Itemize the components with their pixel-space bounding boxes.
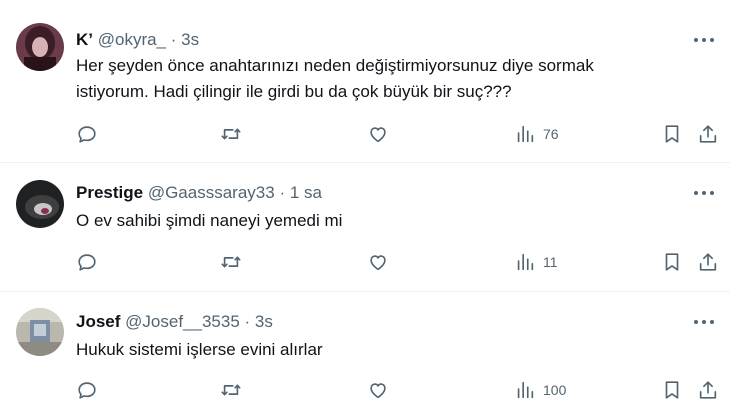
like-icon xyxy=(370,383,386,399)
avatar[interactable] xyxy=(16,308,64,356)
more-icon[interactable] xyxy=(694,317,716,327)
share-icon xyxy=(699,125,717,143)
share-icon xyxy=(699,253,717,271)
display-name[interactable]: K’ xyxy=(76,30,93,49)
tweet-header: Prestige @Gaasssaray33 · 1 sa xyxy=(76,183,322,203)
avatar[interactable] xyxy=(16,23,64,71)
bookmark-button[interactable] xyxy=(661,249,683,275)
display-name[interactable]: Josef xyxy=(76,312,120,331)
reply-button[interactable] xyxy=(76,377,98,403)
retweet-icon xyxy=(221,128,241,140)
reply-feed: K’ @okyra_ · 3s Her şeyden önce anahtarı… xyxy=(0,0,730,420)
tweet[interactable]: K’ @okyra_ · 3s Her şeyden önce anahtarı… xyxy=(0,0,730,163)
reply-button[interactable] xyxy=(76,249,98,275)
timestamp[interactable]: 3s xyxy=(181,30,199,49)
tweet-text-line: O ev sahibi şimdi naneyi yemedi mi xyxy=(76,211,343,230)
more-icon[interactable] xyxy=(694,35,716,45)
retweet-button[interactable] xyxy=(220,377,242,403)
share-button[interactable] xyxy=(697,249,719,275)
bookmark-button[interactable] xyxy=(661,121,683,147)
like-button[interactable] xyxy=(367,121,389,147)
views-button[interactable]: 100 xyxy=(514,377,566,403)
share-button[interactable] xyxy=(697,121,719,147)
like-icon xyxy=(370,127,386,143)
tweet-header: Josef @Josef__3535 · 3s xyxy=(76,312,273,332)
bookmark-icon xyxy=(665,253,679,271)
reply-icon xyxy=(78,254,96,271)
user-handle[interactable]: @Josef__3535 xyxy=(125,312,240,331)
bookmark-icon xyxy=(665,381,679,399)
reply-icon xyxy=(78,126,96,143)
views-icon xyxy=(517,253,534,271)
tweet-text-line: istiyorum. Hadi çilingir ile girdi bu da… xyxy=(76,82,512,101)
share-icon xyxy=(699,381,717,399)
retweet-icon xyxy=(221,384,241,396)
user-handle[interactable]: @Gaasssaray33 xyxy=(148,183,275,202)
timestamp[interactable]: 1 sa xyxy=(290,183,322,202)
retweet-button[interactable] xyxy=(220,249,242,275)
separator-dot: · xyxy=(244,312,251,331)
like-button[interactable] xyxy=(367,377,389,403)
like-button[interactable] xyxy=(367,249,389,275)
tweet-header: K’ @okyra_ · 3s xyxy=(76,30,199,50)
views-button[interactable]: 76 xyxy=(514,121,559,147)
separator-dot: · xyxy=(279,183,286,202)
tweet-text-line: Hukuk sistemi işlerse evini alırlar xyxy=(76,340,323,359)
views-button[interactable]: 11 xyxy=(514,249,558,275)
retweet-button[interactable] xyxy=(220,121,242,147)
tweet[interactable]: Josef @Josef__3535 · 3s Hukuk sistemi iş… xyxy=(0,292,730,420)
tweet-text: O ev sahibi şimdi naneyi yemedi mi xyxy=(76,208,700,234)
views-count: 100 xyxy=(543,382,567,398)
views-count: 76 xyxy=(543,126,559,142)
reply-button[interactable] xyxy=(76,121,98,147)
bookmark-button[interactable] xyxy=(661,377,683,403)
avatar[interactable] xyxy=(16,180,64,228)
tweet[interactable]: Prestige @Gaasssaray33 · 1 sa O ev sahib… xyxy=(0,163,730,292)
tweet-text: Hukuk sistemi işlerse evini alırlar xyxy=(76,337,700,363)
views-count: 11 xyxy=(543,254,558,270)
reply-icon xyxy=(78,382,96,399)
bookmark-icon xyxy=(665,125,679,143)
tweet-text: Her şeyden önce anahtarınızı neden değiş… xyxy=(76,53,700,105)
tweet-text-line: Her şeyden önce anahtarınızı neden değiş… xyxy=(76,56,594,75)
display-name[interactable]: Prestige xyxy=(76,183,143,202)
timestamp[interactable]: 3s xyxy=(255,312,273,331)
separator-dot: · xyxy=(170,30,177,49)
action-bar: 100 xyxy=(0,377,730,403)
user-handle[interactable]: @okyra_ xyxy=(98,30,166,49)
like-icon xyxy=(370,255,386,271)
share-button[interactable] xyxy=(697,377,719,403)
action-bar: 11 xyxy=(0,249,730,275)
retweet-icon xyxy=(221,256,241,268)
more-icon[interactable] xyxy=(694,188,716,198)
views-icon xyxy=(517,125,534,143)
action-bar: 76 xyxy=(0,121,730,147)
views-icon xyxy=(517,381,534,399)
